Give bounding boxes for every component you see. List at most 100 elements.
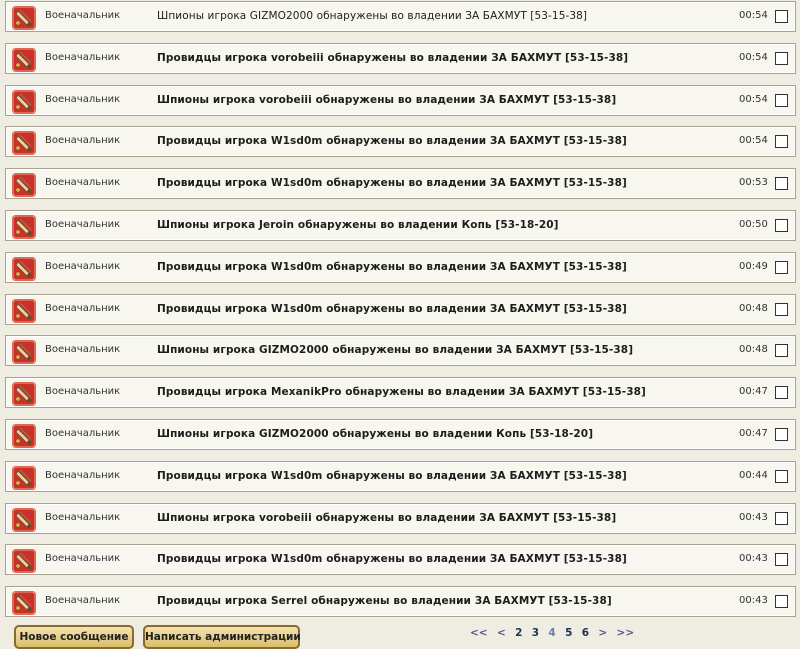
message-row[interactable]: Военачальник Провидцы игрока MexanikPro о… — [5, 377, 796, 408]
message-sender: Военачальник — [45, 177, 121, 188]
scroll-message-icon — [11, 130, 37, 156]
message-select-checkbox[interactable] — [775, 303, 788, 316]
scroll-message-icon — [11, 47, 37, 73]
message-sender: Военачальник — [45, 595, 121, 606]
message-sender: Военачальник — [45, 303, 121, 314]
message-select-checkbox[interactable] — [775, 470, 788, 483]
message-select-checkbox[interactable] — [775, 219, 788, 232]
scroll-message-icon — [11, 89, 37, 115]
message-sender: Военачальник — [45, 52, 121, 63]
scroll-message-icon — [11, 5, 37, 31]
message-time: 00:47 — [739, 428, 768, 439]
message-select-checkbox[interactable] — [775, 261, 788, 274]
message-sender: Военачальник — [45, 512, 121, 523]
message-row[interactable]: Военачальник Провидцы игрока W1sd0m обнар… — [5, 252, 796, 283]
message-select-checkbox[interactable] — [775, 553, 788, 566]
message-time: 00:54 — [739, 94, 768, 105]
message-row[interactable]: Военачальник Шпионы игрока vorobeiii обна… — [5, 85, 796, 116]
page-current-4: 4 — [548, 627, 556, 639]
scroll-message-icon — [11, 256, 37, 282]
message-time: 00:47 — [739, 386, 768, 397]
message-select-checkbox[interactable] — [775, 135, 788, 148]
message-subject-link[interactable]: Провидцы игрока W1sd0m обнаружены во вла… — [157, 303, 627, 315]
message-time: 00:43 — [739, 595, 768, 606]
message-subject-link[interactable]: Провидцы игрока W1sd0m обнаружены во вла… — [157, 177, 627, 189]
message-time: 00:54 — [739, 52, 768, 63]
message-subject-link[interactable]: Провидцы игрока W1sd0m обнаружены во вла… — [157, 470, 627, 482]
message-time: 00:54 — [739, 135, 768, 146]
message-row[interactable]: Военачальник Провидцы игрока W1sd0m обнар… — [5, 294, 796, 325]
new-message-button[interactable]: Новое сообщение — [14, 625, 134, 649]
message-row[interactable]: Военачальник Шпионы игрока vorobeiii обна… — [5, 503, 796, 534]
message-subject-link[interactable]: Провидцы игрока Serrel обнаружены во вла… — [157, 595, 612, 607]
page-link-3[interactable]: 3 — [532, 627, 539, 639]
message-time: 00:48 — [739, 303, 768, 314]
message-row[interactable]: Военачальник Шпионы игрока GIZMO2000 обна… — [5, 335, 796, 366]
message-sender: Военачальник — [45, 261, 121, 272]
message-select-checkbox[interactable] — [775, 10, 788, 23]
message-subject-link[interactable]: Шпионы игрока vorobeiii обнаружены во вл… — [157, 94, 616, 106]
scroll-message-icon — [11, 298, 37, 324]
message-select-checkbox[interactable] — [775, 94, 788, 107]
message-subject-link[interactable]: Провидцы игрока W1sd0m обнаружены во вла… — [157, 261, 627, 273]
message-row[interactable]: Военачальник Шпионы игрока Jeroin обнаруж… — [5, 210, 796, 241]
message-row[interactable]: Военачальник Шпионы игрока GIZMO2000 обна… — [5, 419, 796, 450]
message-sender: Военачальник — [45, 386, 121, 397]
message-select-checkbox[interactable] — [775, 386, 788, 399]
scroll-message-icon — [11, 381, 37, 407]
message-subject-link[interactable]: Шпионы игрока vorobeiii обнаружены во вл… — [157, 512, 616, 524]
scroll-message-icon — [11, 590, 37, 616]
pagination: << < 2 3 4 5 6 > >> — [470, 627, 640, 639]
message-subject-link[interactable]: Провидцы игрока MexanikPro обнаружены во… — [157, 386, 646, 398]
scroll-message-icon — [11, 465, 37, 491]
message-row[interactable]: Военачальник Шпионы игрока GIZMO2000 обна… — [5, 1, 796, 32]
message-subject-link[interactable]: Шпионы игрока GIZMO2000 обнаружены во вл… — [157, 10, 587, 22]
message-sender: Военачальник — [45, 135, 121, 146]
message-sender: Военачальник — [45, 344, 121, 355]
message-select-checkbox[interactable] — [775, 512, 788, 525]
write-admin-button[interactable]: Написать администрации — [143, 625, 301, 649]
scroll-message-icon — [11, 548, 37, 574]
message-subject-link[interactable]: Шпионы игрока Jeroin обнаружены во владе… — [157, 219, 559, 231]
message-select-checkbox[interactable] — [775, 177, 788, 190]
message-time: 00:53 — [739, 177, 768, 188]
first-page-link[interactable]: << — [470, 627, 488, 639]
message-row[interactable]: Военачальник Провидцы игрока Serrel обнар… — [5, 586, 796, 617]
last-page-link[interactable]: >> — [617, 627, 635, 639]
message-sender: Военачальник — [45, 470, 121, 481]
next-page-link[interactable]: > — [598, 627, 607, 639]
message-subject-link[interactable]: Провидцы игрока W1sd0m обнаружены во вла… — [157, 553, 627, 565]
message-subject-link[interactable]: Шпионы игрока GIZMO2000 обнаружены во вл… — [157, 428, 593, 440]
message-sender: Военачальник — [45, 94, 121, 105]
message-sender: Военачальник — [45, 428, 121, 439]
message-sender: Военачальник — [45, 219, 121, 230]
scroll-message-icon — [11, 339, 37, 365]
message-select-checkbox[interactable] — [775, 595, 788, 608]
scroll-message-icon — [11, 172, 37, 198]
scroll-message-icon — [11, 423, 37, 449]
message-time: 00:43 — [739, 553, 768, 564]
message-subject-link[interactable]: Провидцы игрока vorobeiii обнаружены во … — [157, 52, 628, 64]
message-row[interactable]: Военачальник Провидцы игрока W1sd0m обнар… — [5, 544, 796, 575]
message-row[interactable]: Военачальник Провидцы игрока vorobeiii об… — [5, 43, 796, 74]
page-link-6[interactable]: 6 — [582, 627, 589, 639]
message-sender: Военачальник — [45, 553, 121, 564]
message-time: 00:48 — [739, 344, 768, 355]
message-select-checkbox[interactable] — [775, 52, 788, 65]
page-link-5[interactable]: 5 — [565, 627, 572, 639]
scroll-message-icon — [11, 214, 37, 240]
message-row[interactable]: Военачальник Провидцы игрока W1sd0m обнар… — [5, 126, 796, 157]
message-select-checkbox[interactable] — [775, 428, 788, 441]
message-time: 00:49 — [739, 261, 768, 272]
message-row[interactable]: Военачальник Провидцы игрока W1sd0m обнар… — [5, 461, 796, 492]
message-row[interactable]: Военачальник Провидцы игрока W1sd0m обнар… — [5, 168, 796, 199]
message-sender: Военачальник — [45, 10, 121, 21]
message-select-checkbox[interactable] — [775, 344, 788, 357]
page-link-2[interactable]: 2 — [515, 627, 522, 639]
prev-page-link[interactable]: < — [497, 627, 506, 639]
message-time: 00:44 — [739, 470, 768, 481]
message-subject-link[interactable]: Провидцы игрока W1sd0m обнаружены во вла… — [157, 135, 627, 147]
message-time: 00:54 — [739, 10, 768, 21]
message-subject-link[interactable]: Шпионы игрока GIZMO2000 обнаружены во вл… — [157, 344, 633, 356]
message-time: 00:50 — [739, 219, 768, 230]
